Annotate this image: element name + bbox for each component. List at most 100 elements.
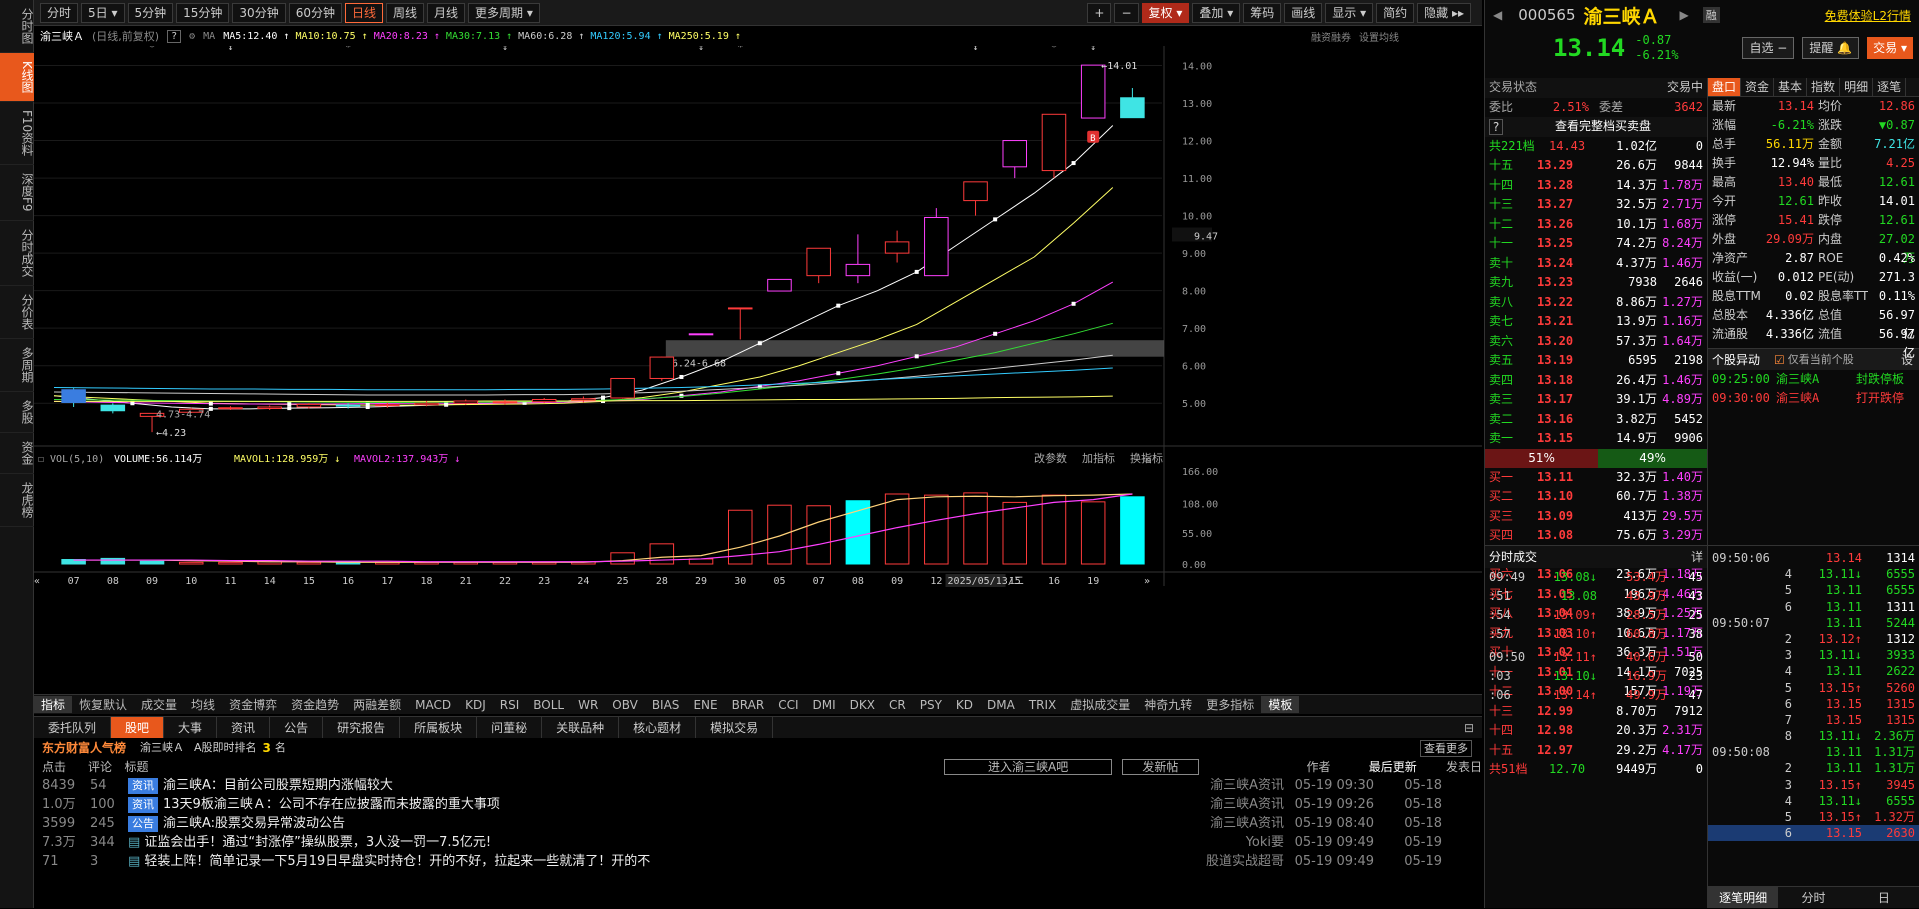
fenshi-detail-button[interactable]: 详 <box>1691 546 1703 568</box>
indicator-3[interactable]: 均线 <box>184 696 222 713</box>
period-7[interactable]: 周线 <box>386 2 425 23</box>
indicator-8[interactable]: KDJ <box>458 698 493 712</box>
news-title[interactable]: 渝三峡A：目前公司股票短期内涨幅较大 <box>163 778 393 793</box>
indicator-9[interactable]: RSI <box>493 698 527 712</box>
alert-button[interactable]: 提醒 🔔 <box>1802 37 1860 59</box>
news-row[interactable]: 3599 245 公告 渝三峡A:股票交易异常波动公告 渝三峡A资讯 05-19 08:4… <box>34 814 1482 833</box>
kline-chart[interactable]: 14.00 13.00 12.00 11.00 10.00 9.00 8.00 7.00 6.0… <box>34 42 1482 692</box>
collapse-icon[interactable]: ⊟ <box>1464 721 1474 735</box>
next-stock-icon[interactable]: ▶ <box>1680 8 1689 22</box>
toolbar-btn-4[interactable]: 筹码 <box>1243 2 1282 23</box>
left-nav-3[interactable]: 深度F9 <box>0 165 34 221</box>
prev-stock-icon[interactable]: ◀ <box>1493 8 1502 22</box>
enter-bar-button[interactable]: 进入渝三峡A吧 <box>944 759 1113 775</box>
event-marker[interactable]: * <box>737 42 743 53</box>
indicator-16[interactable]: CCI <box>771 698 805 712</box>
event-marker[interactable]: ↕ <box>698 42 704 53</box>
indicator-13[interactable]: BIAS <box>645 698 687 712</box>
indicator-12[interactable]: OBV <box>605 698 645 712</box>
left-nav-2[interactable]: F10资料 <box>0 102 34 166</box>
news-author[interactable]: 渝三峡A资讯 <box>998 776 1284 795</box>
news-tab-5[interactable]: 研究报告 <box>323 716 401 739</box>
period-9[interactable]: 更多周期 ▾ <box>468 2 540 23</box>
toolbar-btn-3[interactable]: 叠加 ▾ <box>1192 2 1241 23</box>
news-title[interactable]: 13天9板渝三峡Ａ：公司不存在应披露而未披露的重大事项 <box>163 797 500 812</box>
news-title[interactable]: 证监会出手！通过“封涨停”操纵股票，3人没一罚一7.5亿元! <box>144 835 491 850</box>
left-nav-5[interactable]: 分价表 <box>0 286 34 339</box>
more-button[interactable]: 查看更多 <box>1420 739 1472 757</box>
news-author[interactable]: 渝三峡A资讯 <box>998 814 1284 833</box>
left-nav-6[interactable]: 多周期 <box>0 339 34 392</box>
toolbar-btn-2[interactable]: 复权 ▾ <box>1141 2 1190 23</box>
news-tab-6[interactable]: 所属板块 <box>400 716 478 739</box>
indicator-2[interactable]: 成交量 <box>134 696 184 713</box>
bottom-tab-1[interactable]: 分时 <box>1778 887 1848 908</box>
alert-row[interactable]: 09:30:00 渝三峡A 打开跌停 <box>1708 389 1919 408</box>
indicator-23[interactable]: TRIX <box>1022 698 1063 712</box>
scroll-right-icon[interactable]: » <box>1144 576 1150 587</box>
news-tab-4[interactable]: 公告 <box>270 716 324 739</box>
l2-trial-link[interactable]: 免费体验L2行情 <box>1825 7 1911 24</box>
ob-price[interactable]: 13.29 <box>1537 156 1597 176</box>
quote-tab-1[interactable]: 资金 <box>1741 78 1775 96</box>
ob-price[interactable]: 13.11 <box>1537 468 1597 488</box>
news-author[interactable]: 渝三峡A资讯 <box>998 795 1284 814</box>
indicator-0[interactable]: 指标 <box>34 696 73 713</box>
ob-price[interactable]: 13.08 <box>1537 526 1597 546</box>
news-tab-9[interactable]: 核心题材 <box>619 716 697 739</box>
quote-tab-3[interactable]: 指数 <box>1807 78 1841 96</box>
trade-button[interactable]: 交易 ▾ <box>1867 37 1913 59</box>
period-5[interactable]: 60分钟 <box>288 2 342 23</box>
indicator-22[interactable]: DMA <box>980 698 1022 712</box>
indicator-18[interactable]: DKX <box>843 698 882 712</box>
news-tab-2[interactable]: 大事 <box>164 716 218 739</box>
ob-price[interactable]: 13.26 <box>1537 215 1597 235</box>
news-author[interactable]: 股道实战超哥 <box>998 852 1284 871</box>
indicator-15[interactable]: BRAR <box>725 698 772 712</box>
ob-price[interactable]: 13.21 <box>1537 312 1597 332</box>
left-nav-0[interactable]: 分时图 <box>0 0 34 53</box>
news-tab-8[interactable]: 关联品种 <box>542 716 620 739</box>
toolbar-btn-8[interactable]: 隐藏 ▸▸ <box>1417 2 1471 23</box>
toolbar-btn-5[interactable]: 画线 <box>1284 2 1323 23</box>
toolbar-btn-0[interactable]: + <box>1087 2 1112 23</box>
event-marker[interactable]: ↕ <box>502 42 508 53</box>
margin-link[interactable]: 融资融券 <box>1311 29 1351 44</box>
indicator-7[interactable]: MACD <box>408 698 458 712</box>
news-row[interactable]: 8439 54 资讯 渝三峡A：目前公司股票短期内涨幅较大 渝三峡A资讯 05-19 09… <box>34 776 1482 795</box>
period-0[interactable]: 分时 <box>40 2 79 23</box>
toolbar-btn-6[interactable]: 显示 ▾ <box>1325 2 1374 23</box>
ob-price[interactable]: 13.16 <box>1537 410 1597 430</box>
event-marker[interactable]: * <box>345 42 351 53</box>
close-vol-icon[interactable]: ☒ <box>1144 452 1151 465</box>
news-tab-10[interactable]: 模拟交易 <box>696 716 774 739</box>
period-1[interactable]: 5日 ▾ <box>81 2 125 23</box>
quote-tab-4[interactable]: 明细 <box>1840 78 1874 96</box>
full-book-link[interactable]: 查看完整档买卖盘 <box>1503 117 1703 137</box>
event-marker[interactable]: * <box>1051 42 1057 53</box>
left-nav-1[interactable]: K线图 <box>0 53 34 102</box>
indicator-4[interactable]: 资金博弈 <box>222 696 284 713</box>
ob-price[interactable]: 13.18 <box>1537 371 1597 391</box>
left-nav-7[interactable]: 多股 <box>0 392 34 433</box>
news-author[interactable]: Yoki要 <box>998 833 1284 852</box>
ma-settings-link[interactable]: 设置均线 <box>1359 29 1399 44</box>
indicator-6[interactable]: 两融差额 <box>346 696 408 713</box>
indicator-20[interactable]: PSY <box>913 698 949 712</box>
ob-price[interactable]: 13.17 <box>1537 390 1597 410</box>
col-updated[interactable]: 最后更新 <box>1331 758 1417 776</box>
ob-price[interactable]: 13.24 <box>1537 254 1597 274</box>
indicator-26[interactable]: 更多指标 <box>1199 696 1261 713</box>
indicator-25[interactable]: 神奇九转 <box>1137 696 1199 713</box>
period-3[interactable]: 15分钟 <box>176 2 230 23</box>
event-marker[interactable]: ↕ <box>227 42 233 53</box>
scroll-left-icon[interactable]: « <box>34 576 40 587</box>
event-marker[interactable]: * <box>149 42 155 53</box>
news-row[interactable]: 1.0万 100 资讯 13天9板渝三峡Ａ：公司不存在应披露而未披露的重大事项 渝三峡A… <box>34 795 1482 814</box>
new-post-button[interactable]: 发新帖 <box>1122 759 1199 775</box>
news-tab-1[interactable]: 股吧 <box>111 716 165 739</box>
indicator-14[interactable]: ENE <box>686 698 724 712</box>
news-tab-3[interactable]: 资讯 <box>217 716 271 739</box>
ob-price[interactable]: 13.10 <box>1537 487 1597 507</box>
watchlist-button[interactable]: 自选 − <box>1742 37 1795 59</box>
